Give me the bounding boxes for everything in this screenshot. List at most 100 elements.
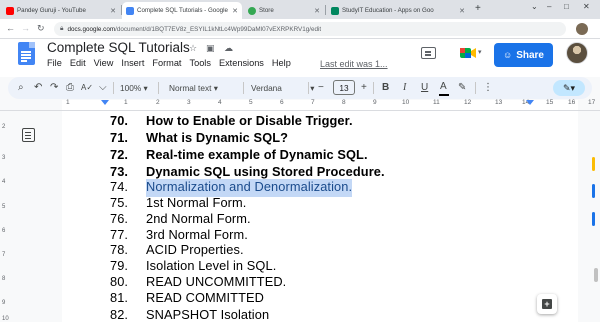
- document-title[interactable]: Complete SQL Tutorials: [47, 40, 190, 55]
- document-outline-icon[interactable]: [22, 128, 35, 142]
- new-tab-button[interactable]: +: [475, 3, 481, 14]
- chevron-down-icon: ▾: [143, 83, 148, 93]
- menu-help[interactable]: Help: [272, 58, 291, 68]
- font-family-select[interactable]: Verdana ▾: [251, 81, 314, 95]
- meet-icon[interactable]: [459, 46, 477, 60]
- tab-label: Store: [259, 7, 274, 14]
- menu-view[interactable]: View: [94, 58, 114, 68]
- toolbar-divider: [308, 82, 309, 94]
- person-add-icon: ☺: [503, 50, 513, 60]
- list-item[interactable]: 72. Real-time example of Dynamic SQL.: [110, 147, 368, 165]
- spellcheck-icon[interactable]: A✓: [81, 81, 93, 95]
- reload-icon[interactable]: ↻: [37, 23, 45, 34]
- menu-tools[interactable]: Tools: [190, 58, 211, 68]
- lock-icon: 🔒︎: [60, 25, 64, 32]
- close-window-icon[interactable]: ✕: [583, 2, 590, 11]
- text-color-button[interactable]: A: [439, 81, 449, 96]
- keep-icon[interactable]: [592, 157, 595, 171]
- tab-google-docs[interactable]: Complete SQL Tutorials - Google ✕: [122, 2, 242, 19]
- account-avatar[interactable]: [566, 42, 588, 64]
- increase-font-size-button[interactable]: +: [361, 81, 367, 95]
- share-button[interactable]: ☺ Share: [494, 43, 553, 67]
- bold-button[interactable]: B: [382, 81, 389, 95]
- highlight-color-icon[interactable]: ✎: [458, 81, 466, 95]
- ruler-number: 6: [280, 99, 284, 106]
- underline-button[interactable]: U: [421, 81, 428, 95]
- menu-insert[interactable]: Insert: [121, 58, 144, 68]
- menu-format[interactable]: Format: [152, 58, 181, 68]
- ruler-number: 8: [342, 99, 346, 106]
- maximize-icon[interactable]: □: [564, 2, 569, 11]
- close-icon[interactable]: ✕: [110, 7, 116, 15]
- undo-icon[interactable]: ↶: [34, 81, 42, 95]
- tasks-icon[interactable]: [592, 184, 595, 198]
- zoom-select[interactable]: 100% ▾: [120, 81, 148, 95]
- font-size-input[interactable]: 13: [333, 80, 355, 95]
- tab-play-store[interactable]: StudyIT Education - Apps on Goo ✕: [327, 2, 469, 19]
- google-docs-logo-icon[interactable]: [18, 42, 35, 65]
- store-icon: [248, 6, 256, 15]
- document-page[interactable]: 70. How to Enable or Disable Trigger. 71.…: [62, 111, 578, 322]
- ruler-number: 11: [433, 99, 440, 106]
- ruler-number: 10: [402, 99, 410, 106]
- italic-button[interactable]: I: [403, 81, 406, 95]
- explore-button[interactable]: +: [537, 294, 557, 314]
- list-item[interactable]: 81. READ COMMITTED: [110, 290, 264, 308]
- search-menus-icon[interactable]: ⌕: [18, 81, 24, 95]
- decrease-font-size-button[interactable]: −: [318, 81, 324, 95]
- menu-edit[interactable]: Edit: [70, 58, 86, 68]
- forward-icon[interactable]: →: [21, 23, 30, 33]
- close-icon[interactable]: ✕: [314, 7, 320, 15]
- list-item[interactable]: 82. SNAPSHOT Isolation: [110, 307, 269, 322]
- list-item[interactable]: 70. How to Enable or Disable Trigger.: [110, 113, 353, 131]
- move-folder-icon[interactable]: ▣: [206, 43, 215, 54]
- ruler-number: 17: [588, 99, 596, 106]
- contacts-icon[interactable]: [592, 212, 595, 226]
- toolbar-divider: [475, 82, 476, 94]
- side-panel-rail: [578, 111, 600, 322]
- last-edit-link[interactable]: Last edit was 1...: [320, 59, 388, 69]
- url-text: docs.google.com/document/d/1BQT7EV8z_ESY…: [67, 25, 322, 33]
- menu-extensions[interactable]: Extensions: [219, 58, 264, 68]
- tab-search-icon[interactable]: ⌄: [531, 2, 538, 11]
- browser-profile-avatar[interactable]: [576, 23, 588, 35]
- cloud-saved-icon[interactable]: ☁: [224, 43, 233, 54]
- back-icon[interactable]: ←: [6, 23, 15, 33]
- share-label: Share: [516, 49, 544, 61]
- minimize-icon[interactable]: –: [547, 2, 551, 11]
- close-icon[interactable]: ✕: [232, 7, 238, 15]
- ruler-number: 12: [464, 99, 472, 106]
- tab-youtube[interactable]: Pandey Guruji - YouTube ✕: [2, 2, 120, 19]
- vertical-scrollbar[interactable]: [594, 268, 598, 282]
- vertical-ruler-number: 4: [2, 179, 6, 185]
- list-item[interactable]: 71. What is Dynamic SQL?: [110, 130, 288, 148]
- chevron-down-icon: ▾: [310, 83, 315, 93]
- comment-history-icon[interactable]: [421, 47, 436, 59]
- menu-file[interactable]: File: [47, 58, 62, 68]
- paint-format-icon[interactable]: ⌵: [99, 81, 107, 95]
- paragraph-style-select[interactable]: Normal text ▾: [169, 81, 218, 95]
- docs-header: Complete SQL Tutorials ☆ ▣ ☁ File Edit V…: [0, 39, 600, 77]
- close-icon[interactable]: ✕: [459, 7, 465, 15]
- star-icon[interactable]: ☆: [189, 43, 197, 54]
- tab-store[interactable]: Store ✕: [244, 2, 324, 19]
- ruler-number: 13: [495, 99, 503, 106]
- tab-strip: Pandey Guruji - YouTube ✕ Complete SQL T…: [0, 0, 600, 19]
- menu-bar: File Edit View Insert Format Tools Exten…: [47, 58, 299, 68]
- horizontal-ruler: 1 1 2 3 4 5 6 7 8 9 10 11 12 13 14 15 16…: [0, 99, 600, 111]
- redo-icon[interactable]: ↷: [50, 81, 58, 95]
- left-indent-marker[interactable]: [101, 100, 109, 105]
- tab-label: StudyIT Education - Apps on Goo: [342, 7, 434, 14]
- right-indent-marker[interactable]: [526, 100, 534, 105]
- print-icon[interactable]: ⎙: [66, 81, 74, 95]
- vertical-ruler-number: 9: [2, 300, 6, 306]
- address-bar-row: ← → ↻ 🔒︎ docs.google.com/document/d/1BQT…: [0, 19, 600, 39]
- toolbar-divider: [243, 82, 244, 94]
- more-options-icon[interactable]: ⋮: [483, 81, 493, 95]
- chevron-down-icon[interactable]: ▾: [478, 48, 482, 56]
- ruler-number: 9: [373, 99, 377, 106]
- ruler-number: 2: [156, 99, 160, 106]
- vertical-ruler-number: 6: [2, 228, 6, 234]
- url-bar[interactable]: 🔒︎ docs.google.com/document/d/1BQT7EV8z_…: [54, 22, 566, 36]
- editing-mode-button[interactable]: ✎▾: [553, 80, 585, 96]
